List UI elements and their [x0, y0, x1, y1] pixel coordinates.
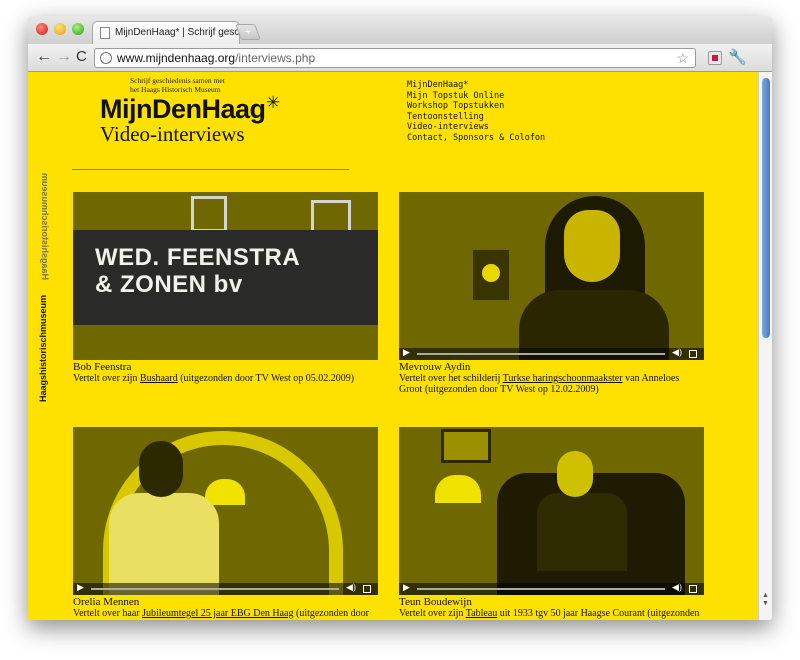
tagline-line-1: Schrijf geschiedenis samen met	[130, 76, 225, 85]
video-frame-detail	[564, 210, 620, 282]
video-controls: ▶ ◀)	[399, 582, 704, 595]
back-arrow-icon[interactable]: ←	[36, 49, 52, 65]
main-nav: MijnDenHaag* Mijn Topstuk Online Worksho…	[407, 80, 545, 143]
sign-line-2: & ZONEN bv	[95, 271, 243, 298]
video-controls: ▶ ◀)	[73, 582, 378, 595]
seek-bar[interactable]	[91, 588, 339, 590]
title-bar: MijnDenHaag* | Schrijf gesch × +	[28, 16, 772, 44]
page-viewport: Schrijf geschiedenis samen met het Haags…	[28, 72, 772, 620]
site-logo[interactable]: MijnDenHaag	[100, 94, 266, 125]
video-description: Vertelt over haar Jubileumtegel 25 jaar …	[73, 608, 378, 620]
video-sign-text: WED. FEENSTRA & ZONEN bv	[95, 244, 300, 298]
video-card: ▶ ◀) Orelia Mennen Vertelt over haar Jub…	[73, 427, 378, 620]
close-window-button[interactable]	[36, 23, 48, 35]
url-path: /interviews.php	[235, 51, 316, 65]
fullscreen-icon[interactable]	[363, 585, 371, 593]
object-link[interactable]: Jubileumtegel 25 jaar EBG Den Haag	[142, 608, 293, 619]
video-card: ▶ ◀) Mevrouw Aydin Vertelt over het schi…	[399, 192, 704, 395]
sun-star-icon: ✳	[266, 93, 281, 112]
sign-line-1: WED. FEENSTRA	[95, 244, 301, 271]
object-link[interactable]: Tableau	[466, 608, 498, 619]
desc-text: Vertelt over zijn	[73, 373, 140, 384]
browser-toolbar: ← → C www.mijndenhaag.org/interviews.php…	[28, 44, 772, 72]
scroll-arrows-icon[interactable]: ▲ ▼	[762, 592, 769, 608]
nav-item-workshop[interactable]: Workshop Topstukken	[407, 101, 545, 112]
video-frame-detail	[205, 479, 245, 505]
url-host: www.mijndenhaag.org	[117, 51, 236, 65]
nav-item-topstuk-online[interactable]: Mijn Topstuk Online	[407, 91, 545, 102]
minimize-window-button[interactable]	[54, 23, 66, 35]
volume-icon[interactable]: ◀)	[672, 347, 682, 358]
museum-vertical-label: Haagshistorischmuseum	[38, 294, 48, 402]
video-player[interactable]: ▶ ◀)	[73, 427, 378, 595]
play-icon[interactable]: ▶	[403, 347, 410, 358]
video-frame-detail	[557, 451, 593, 497]
video-player[interactable]: WED. FEENSTRA & ZONEN bv	[73, 192, 378, 360]
reload-icon[interactable]: C	[76, 49, 87, 65]
wrench-icon[interactable]: 🔧	[728, 48, 747, 66]
desc-text: Vertelt over zijn	[399, 608, 466, 619]
tab-close-icon[interactable]: ×	[228, 22, 234, 43]
object-link[interactable]: Turkse haringschoonmaakster	[503, 373, 623, 384]
nav-item-contact[interactable]: Contact, Sponsors & Colofon	[407, 133, 545, 144]
globe-icon	[100, 52, 112, 64]
video-player[interactable]: ▶ ◀)	[399, 192, 704, 360]
tagline-line-2: het Haags Historisch Museum	[130, 85, 221, 94]
forward-arrow-icon[interactable]: →	[56, 49, 72, 65]
interviewee-name: Bob Feenstra	[73, 361, 132, 373]
page-icon	[100, 27, 110, 39]
header-divider	[72, 169, 349, 170]
interviewee-name: Teun Boudewijn	[399, 596, 472, 608]
desc-text: Vertelt over haar	[73, 608, 143, 619]
desc-text: Vertelt over het schilderij	[399, 373, 503, 384]
video-controls: ▶ ◀)	[399, 347, 704, 360]
bookmark-star-icon[interactable]: ☆	[676, 49, 689, 67]
nav-item-tentoonstelling[interactable]: Tentoonstelling	[407, 112, 545, 123]
video-card: ▶ ◀) Teun Boudewijn Vertelt over zijn Ta…	[399, 427, 704, 620]
video-frame-detail	[109, 493, 219, 595]
museum-vertical-label-mirrored: Haagshistorischmuseum	[40, 172, 50, 280]
address-bar[interactable]: www.mijndenhaag.org/interviews.php ☆	[94, 48, 696, 68]
video-description: Vertelt over zijn Bushaard (uitgezonden …	[73, 373, 378, 384]
video-frame-detail	[435, 475, 481, 503]
scrollbar-thumb[interactable]	[762, 78, 770, 338]
seek-bar[interactable]	[417, 588, 665, 590]
play-icon[interactable]: ▶	[77, 582, 84, 593]
video-description: Vertelt over zijn Tableau uit 1933 tgv 5…	[399, 608, 704, 620]
nav-item-mijndenhaag[interactable]: MijnDenHaag*	[407, 80, 545, 91]
video-player[interactable]: ▶ ◀)	[399, 427, 704, 595]
zoom-window-button[interactable]	[72, 23, 84, 35]
volume-icon[interactable]: ◀)	[346, 582, 356, 593]
object-link[interactable]: Bushaard	[140, 373, 178, 384]
video-frame-detail	[473, 250, 509, 300]
video-frame-detail	[441, 429, 491, 463]
fullscreen-icon[interactable]	[689, 585, 697, 593]
page-title: Video-interviews	[100, 122, 245, 146]
interviewee-name: Orelia Mennen	[73, 596, 140, 608]
tab-title: MijnDenHaag* | Schrijf gesch	[115, 27, 240, 38]
video-card: WED. FEENSTRA & ZONEN bv Bob Feenstra Ve…	[73, 192, 378, 384]
fullscreen-icon[interactable]	[689, 350, 697, 358]
volume-icon[interactable]: ◀)	[672, 582, 682, 593]
site-tagline: Schrijf geschiedenis samen met het Haags…	[130, 76, 225, 94]
video-description: Vertelt over het schilderij Turkse harin…	[399, 373, 704, 395]
video-frame-detail	[537, 493, 627, 571]
extension-icon[interactable]	[708, 51, 722, 65]
interviewee-name: Mevrouw Aydin	[399, 361, 471, 373]
video-frame-detail	[139, 441, 183, 497]
browser-window: MijnDenHaag* | Schrijf gesch × + ← → C w…	[28, 16, 772, 620]
vertical-scrollbar[interactable]: ▲ ▼	[758, 72, 772, 620]
video-frame-detail	[191, 196, 227, 232]
seek-bar[interactable]	[417, 353, 665, 355]
play-icon[interactable]: ▶	[403, 582, 410, 593]
nav-item-video-interviews[interactable]: Video-interviews	[407, 122, 545, 133]
desc-text: (uitgezonden door TV West op 05.02.2009)	[177, 373, 355, 384]
browser-tab[interactable]: MijnDenHaag* | Schrijf gesch ×	[92, 21, 240, 44]
